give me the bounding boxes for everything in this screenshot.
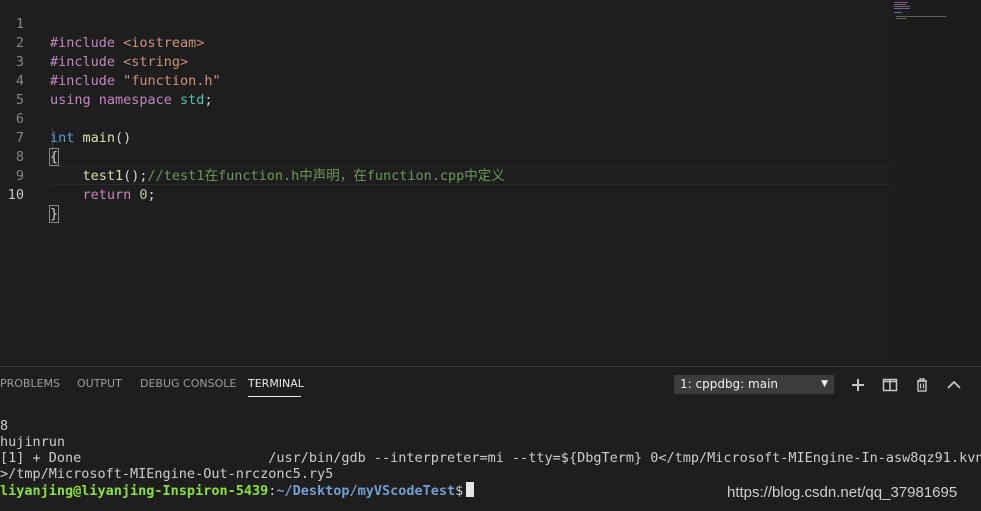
keyword: using [50,92,91,108]
code-line-7[interactable]: 7 { [0,110,60,166]
number-literal: 0 [139,187,148,203]
terminal-select[interactable]: 1: cppdbg: main ▼ [674,375,834,394]
function-name: main [74,130,116,146]
terminal-prompt[interactable]: liyanjing@liyanjing-Inspiron-5439:~/Desk… [0,482,475,499]
terminal-select-value: 1: cppdbg: main [680,377,779,391]
prompt-symbol: $ [455,483,464,499]
code-line-3[interactable]: 3 #include "function.h" [0,34,221,89]
preprocessor: #include [50,73,124,89]
punctuation: () [115,130,132,146]
minimap-line [894,12,902,13]
preprocessor: #include [50,35,124,51]
minimap-line [896,18,906,19]
terminal-line: >/tmp/Microsoft-MIEngine-Out-nrczonc5.ry… [0,466,334,482]
terminal-line: [1] + Done /usr/bin/gdb --interpreter=mi… [0,450,981,466]
code-line-6[interactable]: 6 int main() [0,91,131,146]
punctuation: (); [123,168,148,184]
code-line-4[interactable]: 4 using namespace std; [0,53,213,108]
code-line-5[interactable]: 5 [0,72,33,108]
chevron-down-icon: ▼ [821,379,828,389]
brace: { [48,148,60,166]
preprocessor: #include [50,54,124,70]
minimap-line [894,8,910,9]
tab-output[interactable]: OUTPUT [77,377,122,390]
prompt-path: ~/Desktop/myVScodeTest [276,483,456,499]
include-target: "function.h" [123,73,221,89]
trash-icon[interactable] [913,376,931,394]
chevron-up-icon[interactable] [945,376,963,394]
minimap[interactable] [891,0,981,366]
code-line-8[interactable]: 8 test1();//test1在function.h中声明，在functio… [0,129,505,184]
function-call: test1 [50,168,124,184]
keyword: namespace [90,92,181,108]
code-line-9[interactable]: 9 return 0; [0,148,156,203]
brace: } [48,205,60,223]
minimap-line [894,6,910,7]
line-number: 10 [7,187,24,203]
terminal-cursor [466,482,475,497]
code-editor[interactable]: 1 #include <iostream> 2 #include <string… [0,0,891,366]
split-icon[interactable] [881,376,899,394]
include-target: <iostream> [123,35,205,51]
tab-terminal[interactable]: TERMINAL [248,377,304,390]
code-line-10[interactable]: 10 } [0,167,60,223]
minimap-line [894,4,906,5]
terminal-line: hujinrun [0,434,66,450]
prompt-user: liyanjing@liyanjing-Inspiron-5439 [0,483,269,499]
tab-problems[interactable]: PROBLEMS [0,377,60,390]
punctuation: ; [147,187,156,203]
watermark: https://blog.csdn.net/qq_37981695 [727,484,958,501]
active-tab-indicator [248,396,301,397]
punctuation: ; [204,92,213,108]
keyword: return [50,187,140,203]
code-line-1[interactable]: 1 #include <iostream> [0,0,205,51]
add-icon[interactable] [849,376,867,394]
type-keyword: int [50,130,75,146]
bottom-panel: PROBLEMS OUTPUT DEBUG CONSOLE TERMINAL 1… [0,366,981,511]
minimap-line [894,2,908,3]
tab-debug-console[interactable]: DEBUG CONSOLE [140,377,236,390]
comment: //test1在function.h中声明，在function.cpp中定义 [147,168,505,184]
code-line-2[interactable]: 2 #include <string> [0,15,188,70]
include-target: <string> [123,54,189,70]
terminal-line: 8 [0,418,9,434]
minimap-line [896,16,946,17]
namespace-name: std [180,92,205,108]
